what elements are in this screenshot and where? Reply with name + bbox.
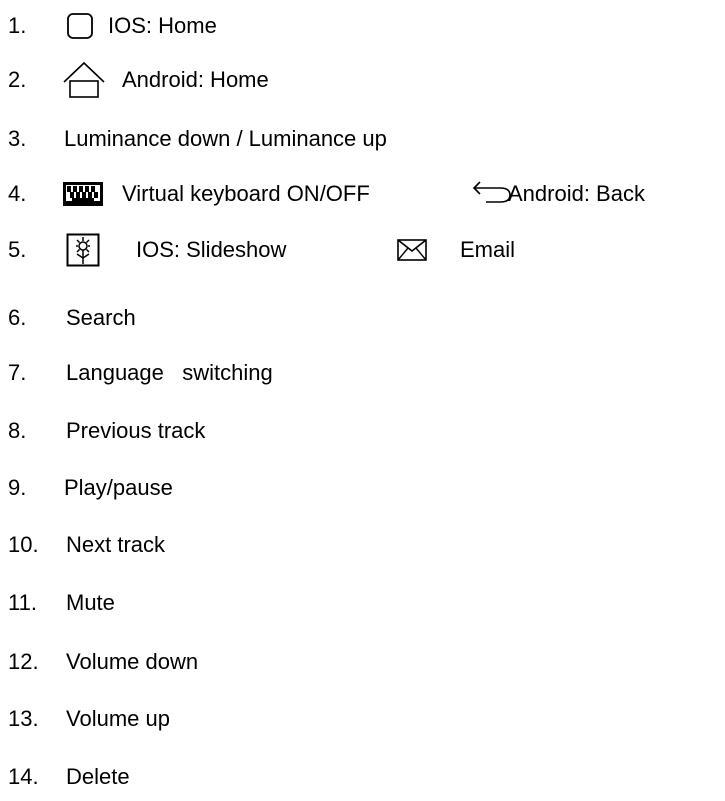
item-number: 2. [8,67,27,92]
item-label: Previous track [66,418,206,443]
item-number: 3. [8,126,27,151]
item-number: 10. [8,532,39,557]
item-number: 6. [8,305,27,330]
flower-picture-icon [66,228,100,272]
item-number: 13. [8,706,39,731]
item-number: 4. [8,181,27,206]
item-label: IOS: Slideshow [136,237,287,262]
item-number: 9. [8,475,27,500]
item-label: Virtual keyboard ON/OFF [122,181,370,206]
item-label: Android: Home [122,67,269,92]
item-number: 11. [8,590,37,615]
item-label: Search [66,305,136,330]
item-extra-label: Email [460,237,516,262]
rounded-square-icon [66,4,94,48]
item-label: Delete [66,764,130,789]
item-extra-label: Android: Back [508,181,645,206]
house-outline-icon [62,58,106,102]
item-label: Mute [66,590,115,615]
item-number: 7. [8,360,27,385]
envelope-icon [397,228,427,272]
item-label: Language switching [66,360,273,385]
item-label: Volume down [66,649,199,674]
item-number: 12. [8,649,39,674]
item-number: 1. [8,13,27,38]
item-label: Next track [66,532,166,557]
item-number: 8. [8,418,27,443]
back-arrow-icon [472,172,512,216]
item-number: 5. [8,237,27,262]
item-label: Volume up [66,706,170,731]
item-label: Luminance down / Luminance up [64,126,387,151]
item-number: 14. [8,764,39,789]
keyboard-icon [62,172,104,216]
item-label: IOS: Home [108,13,217,38]
item-label: Play/pause [64,475,173,500]
